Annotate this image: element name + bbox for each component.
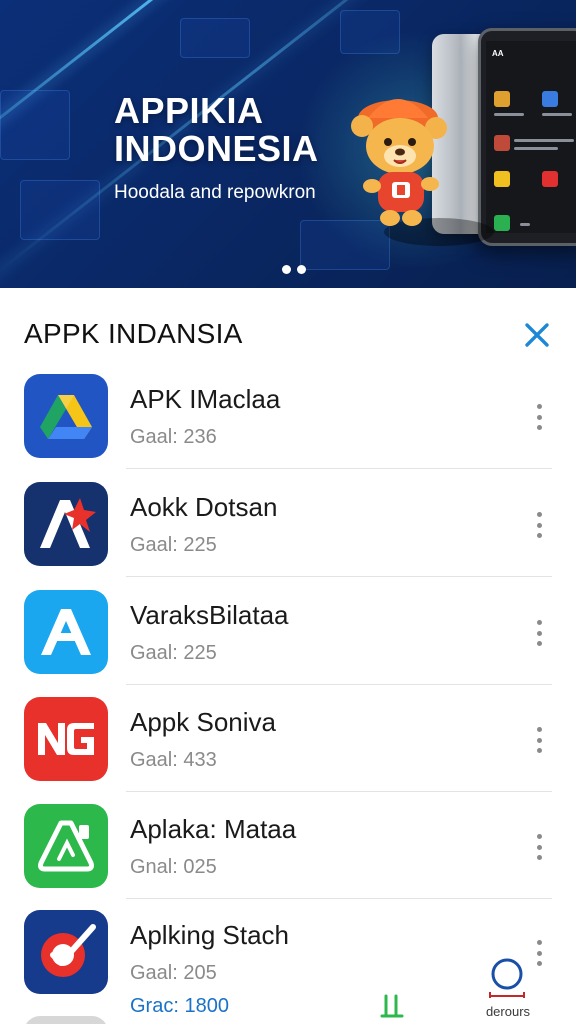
bottom-stat: Grac: 1800 [130, 995, 229, 1017]
more-options-icon[interactable] [528, 400, 550, 434]
app-name: Aokk Dotsan [130, 492, 278, 522]
close-button[interactable] [520, 318, 554, 352]
phone-screen-title: AA [492, 49, 504, 58]
app-meta: Gaal: 236 [130, 426, 217, 448]
bear-mascot-icon [351, 99, 447, 226]
app-list-item[interactable]: VaraksBilataa Gaal: 225 [0, 590, 576, 697]
carousel-dot[interactable] [282, 265, 291, 274]
banner-subtitle: Hoodala and repowkron [114, 182, 316, 203]
app-name: APK IMaclaa [130, 384, 281, 414]
app-list-item[interactable]: Aplaka: Mataa Gnal: 025 [0, 804, 576, 911]
decor-panel [0, 90, 70, 160]
drive-triangle-icon [24, 374, 108, 458]
ng-logo-icon [24, 697, 108, 781]
nav-button-b-label: derours [485, 1004, 531, 1019]
app-list-item[interactable]: APK IMaclaa Gaal: 236 [0, 374, 576, 481]
banner-title: APPIKIA INDONESIA [114, 92, 319, 168]
red-star-a-icon [24, 482, 108, 566]
divider [126, 468, 552, 469]
app-meta: Gaal: 205 [130, 962, 217, 984]
banner-title-line2: INDONESIA [114, 128, 319, 169]
banner-title-line1: APPIKIA [114, 90, 264, 131]
a-logo-icon [24, 590, 108, 674]
red-check-icon [24, 910, 108, 994]
circle-icon [489, 958, 525, 998]
more-options-icon[interactable] [528, 830, 550, 864]
green-triangle-icon [24, 804, 108, 888]
close-icon [525, 323, 549, 347]
app-list-item[interactable]: Aokk Dotsan Gaal: 225 [0, 482, 576, 589]
more-options-icon[interactable] [528, 508, 550, 542]
app-meta: Gaal: 433 [130, 749, 217, 771]
divider [126, 898, 552, 899]
app-meta: Gnal: 025 [130, 856, 217, 878]
bars-icon [380, 994, 404, 1018]
nav-button-a[interactable] [378, 992, 408, 1020]
app-list-item[interactable]: Appk Soniva Gaal: 433 [0, 697, 576, 804]
app-name: Aplaka: Mataa [130, 814, 297, 844]
hero-banner[interactable]: APPIKIA INDONESIA Hoodala and repowkron … [0, 0, 576, 288]
divider [126, 791, 552, 792]
more-options-icon[interactable] [528, 616, 550, 650]
divider [126, 576, 552, 577]
phone-front-image: AA [478, 28, 576, 246]
app-meta: Gaal: 225 [130, 534, 217, 556]
app-name: Appk Soniva [130, 707, 276, 737]
sheet-title: APPK INDANSIA [24, 318, 243, 349]
decor-panel [20, 180, 100, 240]
app-icon-partial [24, 1016, 108, 1024]
more-options-icon[interactable] [528, 723, 550, 757]
nav-button-b[interactable]: derours [478, 956, 538, 1022]
app-meta: Gaal: 225 [130, 642, 217, 664]
decor-panel [180, 18, 250, 58]
app-name: Aplking Stach [130, 920, 289, 950]
carousel-dots[interactable] [282, 265, 306, 274]
divider [126, 684, 552, 685]
carousel-dot[interactable] [297, 265, 306, 274]
app-name: VaraksBilataa [130, 600, 289, 630]
